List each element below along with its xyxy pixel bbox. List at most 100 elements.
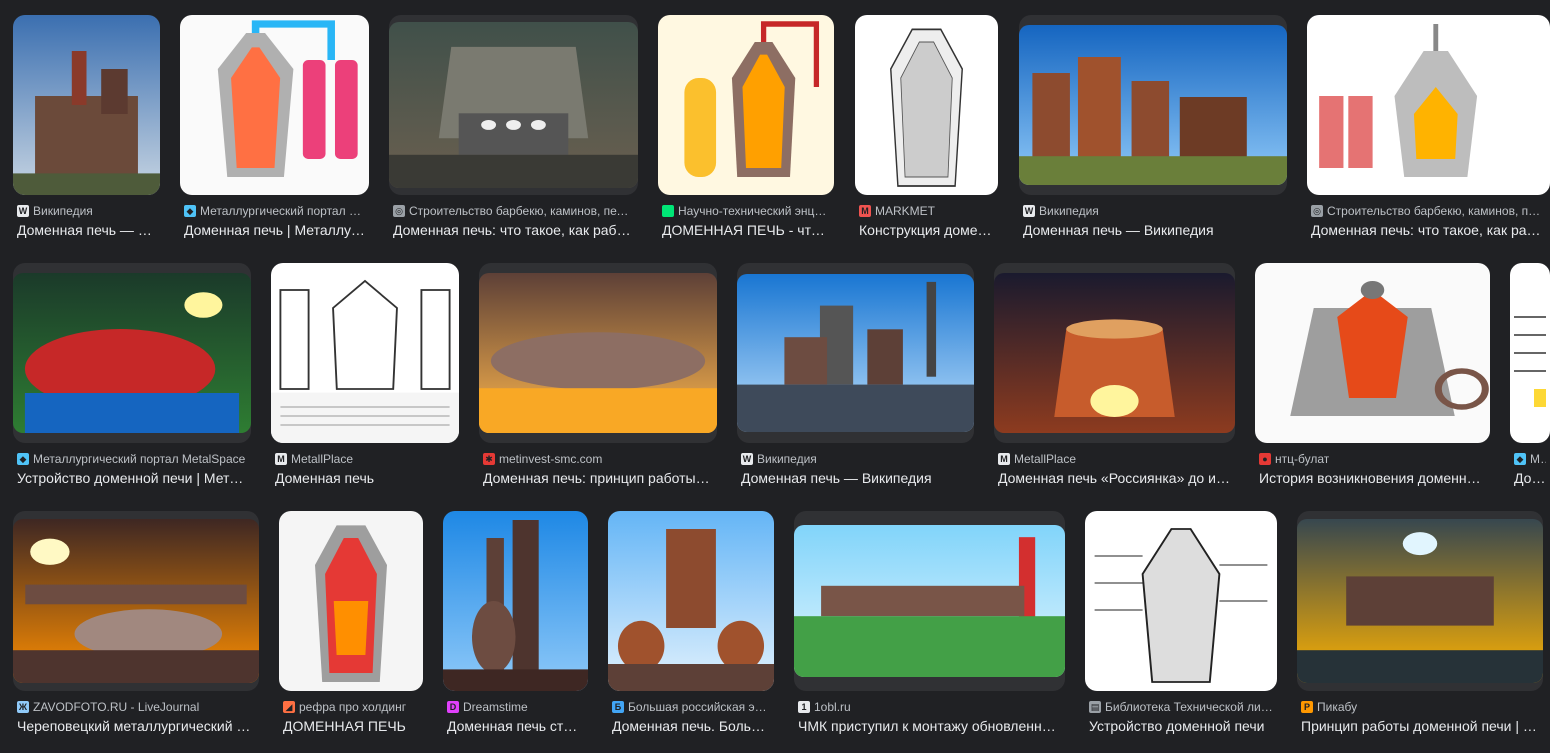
thumbnail-frame[interactable] [855,15,998,195]
thumbnail-frame[interactable] [279,511,423,691]
result-source[interactable]: P Пикабу [1301,699,1539,715]
thumbnail-image[interactable] [737,274,974,432]
thumbnail-frame[interactable] [180,15,369,195]
thumbnail-frame[interactable] [479,263,717,443]
result-title-link[interactable]: Доменная печь: что такое, как работает [393,220,634,240]
thumbnail-image[interactable] [1019,25,1287,185]
image-result-tile[interactable]: M MetallPlace Доменная печь «Россиянка» до… [994,263,1235,493]
result-title-link[interactable]: Доменная печь | Металлургический портал [184,220,365,240]
result-title-link[interactable]: Доменная печь [275,468,455,488]
result-source[interactable]: ◆ Металлургический портал [1514,451,1546,467]
thumbnail-frame[interactable] [1510,263,1550,443]
thumbnail-frame[interactable] [1297,511,1543,691]
result-title-link[interactable]: Конструкция доменной печи [859,220,994,240]
thumbnail-frame[interactable] [271,263,459,443]
thumbnail-frame[interactable] [994,263,1235,443]
thumbnail-image[interactable] [794,525,1065,677]
thumbnail-image[interactable] [1255,263,1490,443]
result-source[interactable]: Ж ZAVODFOTO.RU - LiveJournal [17,699,255,715]
image-result-tile[interactable]: W Википедия Доменная печь — Википедия [1019,15,1287,245]
thumbnail-image[interactable] [13,519,259,683]
image-result-tile[interactable]: 1 1obl.ru ЧМК приступил к монтажу обновлен… [794,511,1065,741]
image-result-tile[interactable]: ✱ metinvest-smc.com Доменная печь: принцип… [479,263,717,493]
image-result-tile[interactable]: P Пикабу Принцип работы доменной печи | Пи… [1297,511,1543,741]
thumbnail-frame[interactable] [443,511,588,691]
thumbnail-image[interactable] [13,15,160,195]
result-title-link[interactable]: Устройство доменной печи | Металлургичес… [17,468,247,488]
result-source[interactable]: ▤ Библиотека Технической литературы [1089,699,1273,715]
thumbnail-frame[interactable] [1255,263,1490,443]
image-result-tile[interactable]: Ж ZAVODFOTO.RU - LiveJournal Череповецкий … [13,511,259,741]
result-title-link[interactable]: Устройство доменной печи [1089,716,1273,736]
result-source[interactable]: M MARKMET [859,203,994,219]
result-source[interactable]: ◆ Металлургический портал MetalSpace [184,203,365,219]
thumbnail-image[interactable] [1085,511,1277,691]
result-source[interactable]: 1 1obl.ru [798,699,1061,715]
result-source[interactable]: W Википедия [1023,203,1283,219]
result-title-link[interactable]: Доменная печь — Википедия [1023,220,1283,240]
result-title-link[interactable]: Доменная печь. Большая российская энцикл… [612,716,770,736]
result-source[interactable]: ◎ Строительство барбекю, каминов, печей [1311,203,1546,219]
result-source[interactable]: ● нтц-булат [1259,451,1486,467]
result-source[interactable]: D Dreamstime [447,699,584,715]
result-title-link[interactable]: ЧМК приступил к монтажу обновленной доме… [798,716,1061,736]
thumbnail-image[interactable] [271,263,459,443]
image-result-tile[interactable]: ◎ Строительство барбекю, каминов, печей До… [389,15,638,245]
image-result-tile[interactable]: ◆ Металлургический портал Доменная печь [1510,263,1550,493]
image-result-tile[interactable]: D Dreamstime Доменная печь стоковое фото [443,511,588,741]
result-title-link[interactable]: Принцип работы доменной печи | Пикабу [1301,716,1539,736]
thumbnail-frame[interactable] [658,15,834,195]
thumbnail-image[interactable] [1297,519,1543,683]
result-title-link[interactable]: Череповецкий металлургический комбинат [17,716,255,736]
image-result-tile[interactable]: Б Большая российская энциклопедия Доменная… [608,511,774,741]
result-source[interactable]: W Википедия [17,203,156,219]
thumbnail-image[interactable] [1510,263,1550,443]
result-title-link[interactable]: Доменная печь — Википедия [17,220,156,240]
result-title-link[interactable]: Доменная печь [1514,468,1546,488]
thumbnail-frame[interactable] [13,511,259,691]
result-title-link[interactable]: Доменная печь: принцип работы и устройст… [483,468,713,488]
thumbnail-image[interactable] [479,273,717,433]
result-source[interactable]: Научно-технический энциклопедический [662,203,830,219]
result-title-link[interactable]: Доменная печь — Википедия [741,468,970,488]
thumbnail-image[interactable] [13,273,251,433]
thumbnail-frame[interactable] [13,15,160,195]
thumbnail-image[interactable] [608,511,774,691]
result-source[interactable]: ✱ metinvest-smc.com [483,451,713,467]
thumbnail-image[interactable] [1307,15,1550,195]
thumbnail-frame[interactable] [1307,15,1550,195]
result-source[interactable]: M MetallPlace [275,451,455,467]
result-source[interactable]: Б Большая российская энциклопедия [612,699,770,715]
image-result-tile[interactable]: W Википедия Доменная печь — Википедия [737,263,974,493]
image-result-tile[interactable]: M MARKMET Конструкция доменной печи [855,15,998,245]
thumbnail-frame[interactable] [389,15,638,195]
thumbnail-frame[interactable] [1019,15,1287,195]
result-title-link[interactable]: Доменная печь: что такое, как работает [1311,220,1546,240]
thumbnail-image[interactable] [658,15,834,195]
result-source[interactable]: M MetallPlace [998,451,1231,467]
thumbnail-frame[interactable] [737,263,974,443]
image-result-tile[interactable]: Научно-технический энциклопедический ДОМЕ… [658,15,834,245]
result-source[interactable]: ◎ Строительство барбекю, каминов, печей [393,203,634,219]
image-result-tile[interactable]: ◢ рефра про холдинг ДОМЕННАЯ ПЕЧЬ [279,511,423,741]
result-title-link[interactable]: ДОМЕННАЯ ПЕЧЬ [283,716,419,736]
thumbnail-frame[interactable] [1085,511,1277,691]
thumbnail-image[interactable] [994,273,1235,433]
result-title-link[interactable]: ДОМЕННАЯ ПЕЧЬ - что это такое [662,220,830,240]
thumbnail-image[interactable] [180,15,369,195]
image-result-tile[interactable]: ▤ Библиотека Технической литературы Устрой… [1085,511,1277,741]
thumbnail-image[interactable] [443,511,588,691]
image-result-tile[interactable]: ◎ Строительство барбекю, каминов, печей До… [1307,15,1550,245]
thumbnail-image[interactable] [279,511,423,691]
thumbnail-image[interactable] [389,22,638,188]
image-result-tile[interactable]: ◆ Металлургический портал MetalSpace Устро… [13,263,251,493]
image-result-tile[interactable]: ● нтц-булат История возникновения доменной… [1255,263,1490,493]
result-title-link[interactable]: Доменная печь стоковое фото [447,716,584,736]
result-source[interactable]: ◆ Металлургический портал MetalSpace [17,451,247,467]
image-result-tile[interactable]: ◆ Металлургический портал MetalSpace Домен… [180,15,369,245]
thumbnail-frame[interactable] [794,511,1065,691]
thumbnail-frame[interactable] [13,263,251,443]
thumbnail-image[interactable] [855,15,998,195]
result-source[interactable]: W Википедия [741,451,970,467]
result-title-link[interactable]: История возникновения доменной печи [1259,468,1486,488]
